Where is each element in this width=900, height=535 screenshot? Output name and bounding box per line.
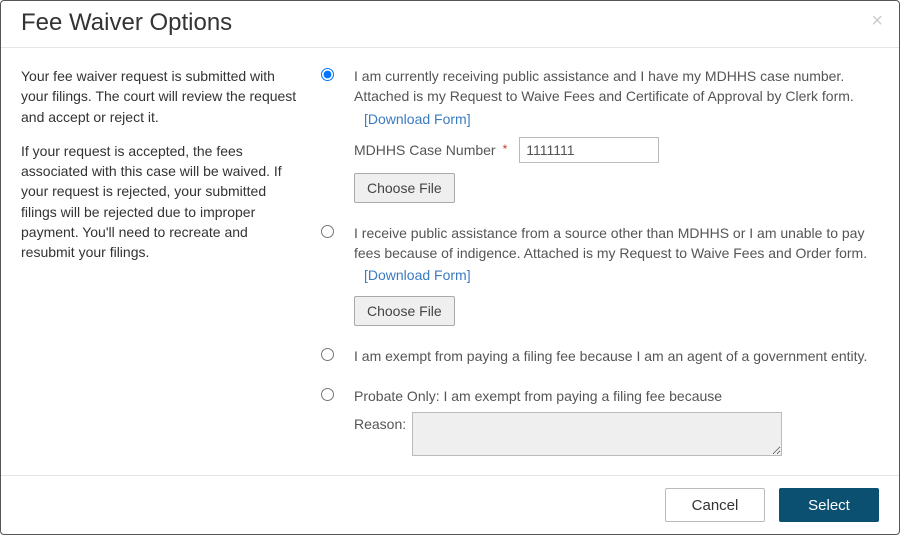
choose-file-button-2[interactable]: Choose File: [354, 296, 455, 326]
reason-line: Reason:: [354, 412, 879, 456]
option-probate-radio[interactable]: [321, 388, 334, 401]
intro-paragraph-1: Your fee waiver request is submitted wit…: [21, 66, 301, 127]
select-button[interactable]: Select: [779, 488, 879, 522]
option-mdhhs-radio[interactable]: [321, 68, 334, 81]
option-gov-agent-content: I am exempt from paying a filing fee bec…: [354, 346, 879, 366]
download-form-link-2[interactable]: [Download Form]: [364, 265, 471, 285]
reason-textarea[interactable]: [412, 412, 782, 456]
download-form-link-1[interactable]: [Download Form]: [364, 109, 471, 129]
case-number-line: MDHHS Case Number *: [354, 137, 879, 163]
cancel-button[interactable]: Cancel: [665, 488, 765, 522]
option-gov-agent: I am exempt from paying a filing fee bec…: [321, 346, 879, 366]
choose-file-button-1[interactable]: Choose File: [354, 173, 455, 203]
option-other-assistance: I receive public assistance from a sourc…: [321, 223, 879, 326]
case-number-input[interactable]: [519, 137, 659, 163]
options-column: I am currently receiving public assistan…: [321, 66, 879, 465]
option-gov-agent-radio[interactable]: [321, 348, 334, 361]
option-mdhhs-content: I am currently receiving public assistan…: [354, 66, 879, 203]
modal-footer: Cancel Select: [1, 475, 899, 534]
intro-column: Your fee waiver request is submitted wit…: [21, 66, 321, 465]
intro-paragraph-2: If your request is accepted, the fees as…: [21, 141, 301, 263]
option-probate: Probate Only: I am exempt from paying a …: [321, 386, 879, 456]
option-probate-text: Probate Only: I am exempt from paying a …: [354, 388, 722, 404]
option-mdhhs: I am currently receiving public assistan…: [321, 66, 879, 203]
close-icon[interactable]: ×: [871, 11, 883, 31]
modal-title: Fee Waiver Options: [21, 9, 879, 37]
option-other-assistance-text: I receive public assistance from a sourc…: [354, 225, 867, 261]
modal-body: Your fee waiver request is submitted wit…: [1, 48, 899, 475]
option-probate-content: Probate Only: I am exempt from paying a …: [354, 386, 879, 456]
option-other-assistance-radio[interactable]: [321, 225, 334, 238]
modal-header: Fee Waiver Options ×: [1, 1, 899, 48]
option-gov-agent-text: I am exempt from paying a filing fee bec…: [354, 348, 867, 364]
option-mdhhs-text: I am currently receiving public assistan…: [354, 68, 854, 104]
option-other-assistance-content: I receive public assistance from a sourc…: [354, 223, 879, 326]
required-star-icon: *: [503, 141, 508, 158]
case-number-label: MDHHS Case Number: [354, 140, 496, 160]
reason-label: Reason:: [354, 412, 406, 434]
fee-waiver-modal: Fee Waiver Options × Your fee waiver req…: [0, 0, 900, 535]
